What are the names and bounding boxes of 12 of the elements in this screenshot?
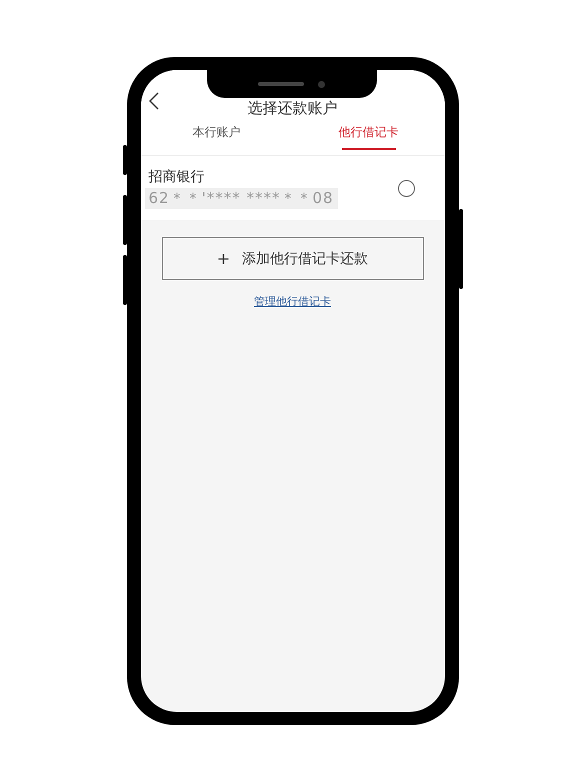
- card-number: 62＊＊'**** ****＊＊08: [144, 188, 338, 208]
- camera-icon: [318, 80, 325, 88]
- bank-name: 招商银行: [148, 168, 206, 186]
- back-icon[interactable]: [148, 92, 158, 110]
- card-row[interactable]: 招商银行 62＊＊'**** ****＊＊08: [140, 156, 444, 220]
- radio-button[interactable]: [398, 180, 414, 196]
- add-card-button[interactable]: + 添加他行借记卡还款: [162, 237, 424, 280]
- tab[interactable]: 本行账户: [140, 120, 292, 155]
- manage-cards-link[interactable]: 管理他行借记卡: [254, 294, 331, 309]
- page-title: 选择还款账户: [248, 99, 338, 118]
- speaker-icon: [258, 82, 304, 86]
- tab[interactable]: 他行借记卡: [292, 120, 444, 155]
